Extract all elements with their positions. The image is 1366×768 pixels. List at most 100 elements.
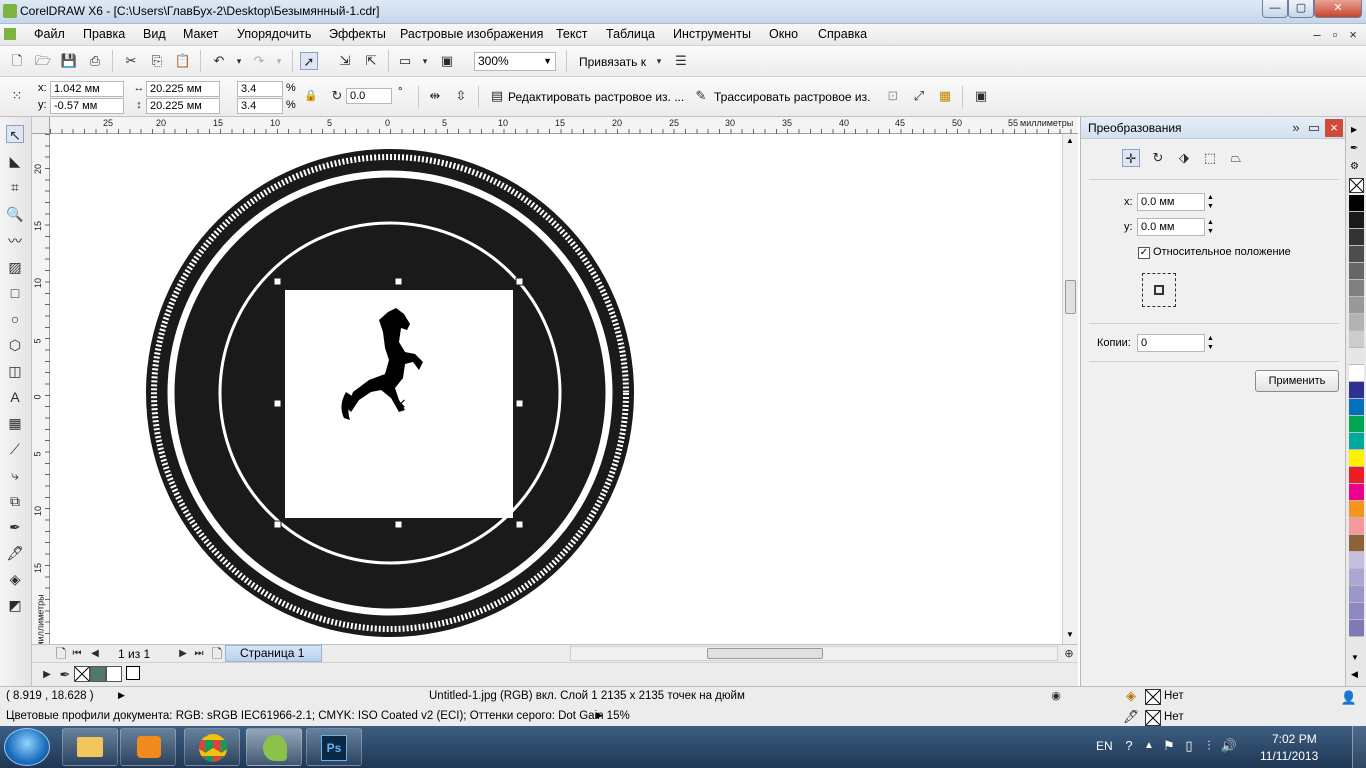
menu-edit[interactable]: Правка bbox=[83, 27, 125, 41]
palette-swatch[interactable] bbox=[1349, 620, 1364, 637]
resample-icon[interactable]: ⤢ bbox=[910, 87, 928, 105]
status-expand-icon[interactable]: ▶ bbox=[118, 690, 125, 701]
menu-text[interactable]: Текст bbox=[556, 27, 587, 41]
apply-button[interactable]: Применить bbox=[1255, 370, 1339, 392]
text-tool-icon[interactable]: A bbox=[6, 388, 24, 406]
edit-bitmap-button[interactable]: Редактировать растровое из. ... bbox=[508, 90, 684, 104]
palette-swatch[interactable] bbox=[1349, 399, 1364, 416]
palette-play-icon[interactable]: ▶ bbox=[38, 666, 56, 684]
blend-tool-icon[interactable]: ⧉ bbox=[6, 492, 24, 510]
export-icon[interactable]: ⇱ bbox=[362, 52, 380, 70]
profiles-expand-icon[interactable]: ▶ bbox=[596, 710, 603, 721]
signal-icon[interactable]: ⫶ bbox=[1200, 737, 1218, 755]
object-origin-icon[interactable]: ⁙ bbox=[8, 87, 26, 105]
scale-x-field[interactable]: 3.4 bbox=[237, 81, 283, 97]
y-position-field[interactable]: -0.57 мм bbox=[50, 98, 124, 114]
redo-dropdown-icon[interactable]: ▾ bbox=[270, 52, 288, 70]
minimize-button[interactable]: — bbox=[1262, 0, 1288, 18]
palette-swatch[interactable] bbox=[1349, 450, 1364, 467]
doc-close-icon[interactable]: × bbox=[1344, 26, 1362, 44]
palette-eyedropper-icon[interactable]: ✒ bbox=[56, 666, 74, 684]
zoom-navigator-icon[interactable]: ⊕ bbox=[1060, 645, 1078, 663]
crop-bitmap-icon[interactable]: ⊡ bbox=[884, 87, 902, 105]
snap-options-icon[interactable]: ☰ bbox=[672, 52, 690, 70]
docker-minimize-icon[interactable]: ▭ bbox=[1305, 119, 1323, 137]
palette-swatch[interactable] bbox=[1349, 365, 1364, 382]
last-page-icon[interactable]: ⏭ bbox=[190, 645, 208, 663]
drawing-canvas[interactable]: × bbox=[50, 134, 1062, 644]
palette-swatch[interactable] bbox=[1349, 603, 1364, 620]
cut-icon[interactable]: ✂ bbox=[122, 52, 140, 70]
help-icon[interactable]: ? bbox=[1120, 737, 1138, 755]
palette-swatch[interactable] bbox=[1349, 348, 1364, 365]
menu-effects[interactable]: Эффекты bbox=[329, 27, 386, 41]
x-spinner-icon[interactable]: ▲ ▼ bbox=[1207, 193, 1214, 211]
palette-swatch[interactable] bbox=[1349, 280, 1364, 297]
doc-minimize-icon[interactable]: – bbox=[1308, 26, 1326, 44]
language-indicator[interactable]: EN bbox=[1096, 739, 1113, 753]
palette-swatch[interactable] bbox=[1349, 569, 1364, 586]
anchor-point-grid[interactable] bbox=[1142, 273, 1176, 307]
user-icon[interactable]: 👤 bbox=[1340, 689, 1358, 707]
scroll-up-icon[interactable]: ▲ bbox=[1066, 136, 1074, 145]
vertical-scroll-thumb[interactable] bbox=[1065, 280, 1076, 314]
smart-fill-tool-icon[interactable]: ▨ bbox=[6, 258, 24, 276]
table-tool-icon[interactable]: ▦ bbox=[6, 414, 24, 432]
vertical-ruler[interactable]: 20 15 10 5 0 5 10 15 миллиметры bbox=[32, 134, 50, 648]
palette-swatch[interactable] bbox=[1349, 433, 1364, 450]
snap-to-menu[interactable]: Привязать к bbox=[579, 55, 646, 69]
snap-dropdown-icon[interactable]: ▾ bbox=[650, 52, 668, 70]
skew-tab-icon[interactable]: ⏢ bbox=[1227, 149, 1245, 167]
taskbar-explorer[interactable] bbox=[62, 728, 118, 766]
palette-swatch[interactable] bbox=[1349, 297, 1364, 314]
clock-time[interactable]: 7:02 PM bbox=[1272, 732, 1317, 746]
palette-swatch[interactable] bbox=[1349, 586, 1364, 603]
palette-swatch[interactable] bbox=[1349, 212, 1364, 229]
undo-icon[interactable]: ↶ bbox=[210, 52, 228, 70]
outline-pen-tool-icon[interactable]: 🖋 bbox=[6, 544, 24, 562]
new-document-icon[interactable]: 🗋 bbox=[8, 52, 26, 70]
menu-arrange[interactable]: Упорядочить bbox=[237, 27, 311, 41]
menu-view[interactable]: Вид bbox=[143, 27, 166, 41]
welcome-screen-icon[interactable]: ▣ bbox=[438, 52, 456, 70]
device-icon[interactable]: ▯ bbox=[1180, 737, 1198, 755]
search-content-icon[interactable]: ➚ bbox=[300, 52, 318, 70]
palette-swatch[interactable] bbox=[1349, 195, 1364, 212]
menu-layout[interactable]: Макет bbox=[183, 27, 218, 41]
eyedropper-tool-icon[interactable]: ✒ bbox=[6, 518, 24, 536]
undo-dropdown-icon[interactable]: ▾ bbox=[230, 52, 248, 70]
freehand-tool-icon[interactable]: 〰 bbox=[6, 232, 24, 250]
palette-swatch[interactable] bbox=[1349, 314, 1364, 331]
ellipse-tool-icon[interactable]: ○ bbox=[6, 310, 24, 328]
rotation-angle-field[interactable]: 0.0 bbox=[346, 88, 392, 104]
docker-close-icon[interactable]: × bbox=[1325, 119, 1343, 137]
trace-bitmap-button[interactable]: Трассировать растровое из. bbox=[714, 90, 870, 104]
show-hidden-icons-icon[interactable]: ▲ bbox=[1140, 737, 1158, 755]
menu-table[interactable]: Таблица bbox=[606, 27, 655, 41]
horizontal-scroll-thumb[interactable] bbox=[707, 648, 823, 659]
size-tab-icon[interactable]: ⬚ bbox=[1201, 149, 1219, 167]
palette-swatch[interactable] bbox=[1349, 535, 1364, 552]
menu-tools[interactable]: Инструменты bbox=[673, 27, 751, 41]
print-icon[interactable]: ⎙ bbox=[86, 52, 104, 70]
trace-bitmap-icon[interactable]: ✎ bbox=[692, 87, 710, 105]
palette-swatch[interactable] bbox=[1349, 263, 1364, 280]
docker-y-field[interactable]: 0.0 мм bbox=[1137, 218, 1205, 236]
menu-file[interactable]: Файл bbox=[34, 27, 65, 41]
relative-position-checkbox[interactable]: ✓ bbox=[1138, 247, 1150, 259]
palette-eyedropper-icon[interactable]: ✒ bbox=[1350, 143, 1358, 154]
lock-ratio-icon[interactable]: 🔒 bbox=[302, 87, 320, 105]
close-button[interactable]: ✕ bbox=[1314, 0, 1362, 18]
palette-swatch[interactable] bbox=[1349, 331, 1364, 348]
outline-swatch-none[interactable] bbox=[1145, 710, 1161, 726]
basic-shapes-tool-icon[interactable]: ◫ bbox=[6, 362, 24, 380]
rotate-tab-icon[interactable]: ↻ bbox=[1149, 149, 1167, 167]
taskbar-media-player[interactable] bbox=[120, 728, 176, 766]
import-icon[interactable]: ⇲ bbox=[336, 52, 354, 70]
horizontal-ruler[interactable]: 25 20 15 10 5 0 5 10 15 20 25 30 35 40 4… bbox=[50, 117, 1078, 134]
no-color-swatch[interactable] bbox=[74, 666, 90, 682]
taskbar-coreldraw[interactable] bbox=[246, 728, 302, 766]
doc-swatch-outline[interactable] bbox=[126, 666, 140, 680]
palette-swatch[interactable] bbox=[1349, 552, 1364, 569]
palette-expand-icon[interactable]: ◀ bbox=[1351, 669, 1358, 680]
